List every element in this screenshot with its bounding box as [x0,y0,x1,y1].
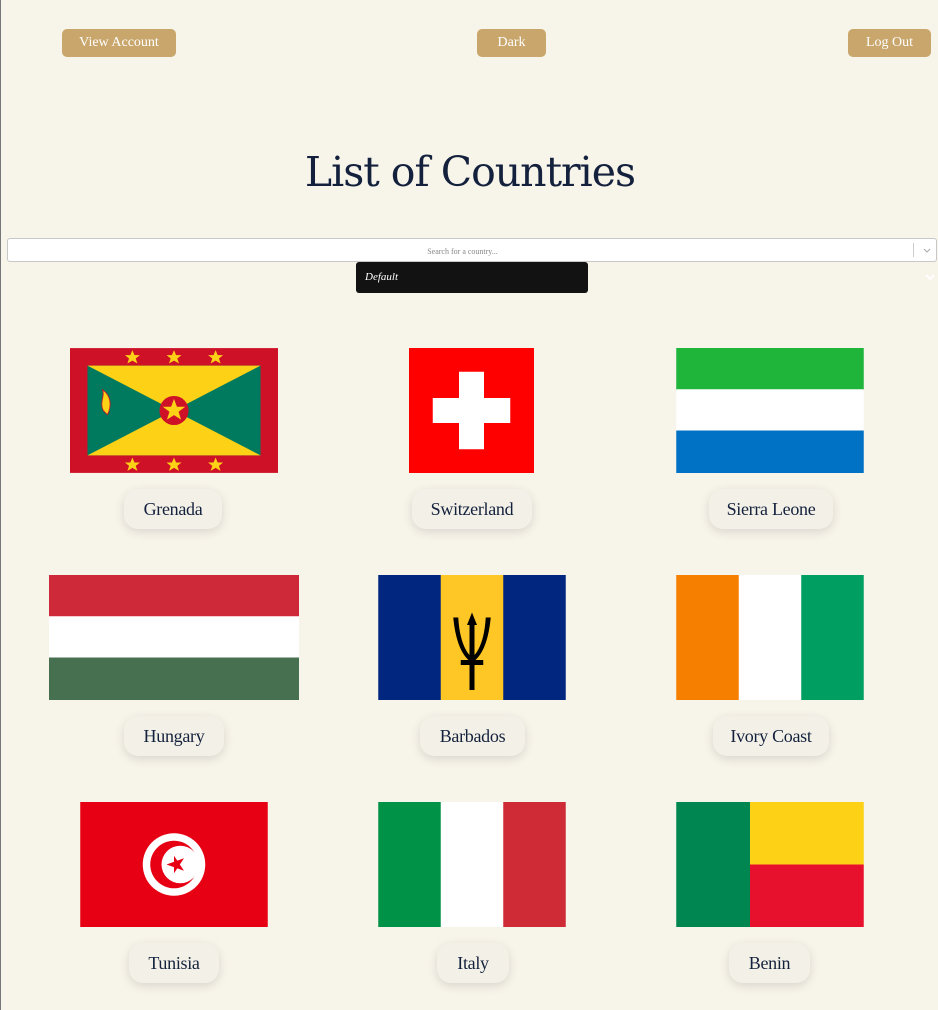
search-input[interactable] [8,239,917,263]
hungary-flag[interactable] [49,575,299,700]
chevron-down-icon[interactable] [920,241,934,259]
grenada-flag[interactable] [70,348,278,473]
country-name[interactable]: Barbados [420,716,525,756]
chevron-down-icon [925,274,935,281]
country-name[interactable]: Tunisia [129,943,219,983]
theme-toggle-button[interactable]: Dark [477,29,546,57]
sort-selected-value: Default [365,271,398,283]
country-name[interactable]: Sierra Leone [709,489,833,529]
search-box[interactable] [7,238,937,263]
page-title: List of Countries [304,148,636,196]
country-name[interactable]: Ivory Coast [713,716,829,756]
country-name[interactable]: Grenada [124,489,222,529]
sierra-leone-flag[interactable] [676,348,864,473]
country-name[interactable]: Switzerland [412,489,532,529]
logout-button[interactable]: Log Out [848,29,931,57]
tunisia-flag[interactable] [80,802,268,927]
country-name[interactable]: Hungary [124,716,224,756]
ivory-coast-flag[interactable] [676,575,864,700]
country-name[interactable]: Italy [437,943,509,983]
switzerland-flag[interactable] [409,348,534,473]
benin-flag[interactable] [676,802,864,927]
sort-select[interactable]: Default [356,262,935,293]
barbados-flag[interactable] [378,575,566,700]
search-separator [913,243,914,257]
view-account-button[interactable]: View Account [62,29,176,57]
italy-flag[interactable] [378,802,566,927]
country-name[interactable]: Benin [729,943,810,983]
